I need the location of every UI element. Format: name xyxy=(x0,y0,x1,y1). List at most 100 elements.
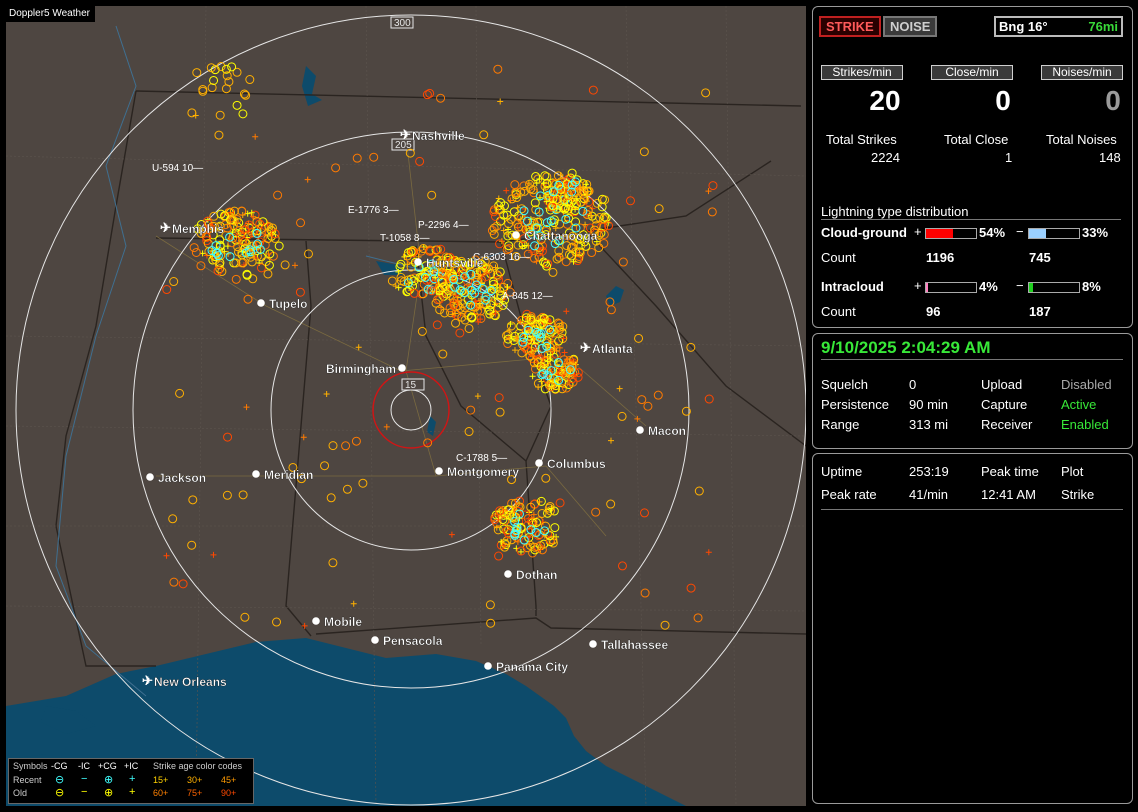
total-strikes-value: 2224 xyxy=(871,150,900,165)
strike-marker xyxy=(323,390,330,397)
ring-label: 15 xyxy=(405,380,417,391)
city-dot xyxy=(636,426,644,434)
noises-per-min-value: 0 xyxy=(1105,85,1121,116)
counters-panel: STRIKE NOISE Bng 16° 76mi Strikes/min Cl… xyxy=(812,6,1133,328)
strike-marker xyxy=(358,478,368,488)
lightning-map[interactable]: 15 205 300 U-594 10— E-1776 3— P-2296 4— T-10… xyxy=(6,6,806,806)
strike-marker xyxy=(704,394,714,404)
map-canvas: 15205300 U-594 10—E-1776 3—P-2296 4—T-10… xyxy=(6,6,806,806)
plus-ic-old-icon: + xyxy=(129,786,136,798)
plus-sign: + xyxy=(914,224,922,239)
plus-sign: + xyxy=(914,278,922,293)
strike-marker xyxy=(503,187,510,194)
storm-tag: E-1776 3— xyxy=(348,205,399,216)
strike-marker xyxy=(563,308,570,315)
strike-marker xyxy=(591,507,601,517)
strike-button[interactable]: STRIKE xyxy=(819,16,881,37)
strike-marker xyxy=(191,247,201,257)
strike-marker xyxy=(588,85,598,95)
strike-marker xyxy=(506,321,516,331)
city-dot xyxy=(512,231,520,239)
strike-marker xyxy=(274,241,284,251)
strike-marker xyxy=(192,68,202,78)
strike-marker xyxy=(512,347,519,354)
lake xyxy=(606,286,624,306)
strike-marker xyxy=(616,385,623,392)
airport-icon: ✈ xyxy=(580,340,591,355)
legend-symbols-label: Symbols xyxy=(13,761,48,771)
plot-value[interactable]: Strike xyxy=(1061,487,1094,502)
strike-marker xyxy=(215,110,225,120)
age-code: 15+ xyxy=(153,775,169,785)
distribution-title: Lightning type distribution xyxy=(821,204,969,219)
storm-tag: U-594 10— xyxy=(152,163,203,174)
city-dot xyxy=(435,467,443,475)
strike-marker xyxy=(606,499,616,509)
strike-marker xyxy=(448,531,455,538)
city-label: Nashville xyxy=(412,129,465,143)
strike-marker xyxy=(304,176,311,183)
strike-marker xyxy=(331,163,341,173)
plot-label: Plot xyxy=(1061,464,1084,479)
bearing-label: Bng 16° xyxy=(999,19,1048,34)
strike-marker xyxy=(513,240,523,250)
strikes-per-min-header: Strikes/min xyxy=(821,65,903,80)
strike-marker xyxy=(607,437,614,444)
strike-marker xyxy=(296,218,306,228)
strike-marker xyxy=(328,558,338,568)
strike-marker xyxy=(163,552,170,559)
minus-ic-old-icon: − xyxy=(81,786,88,798)
strike-marker xyxy=(653,390,663,400)
peak-rate-value: 41/min xyxy=(909,487,949,502)
strikes-per-min-value: 20 xyxy=(869,85,901,116)
strike-marker xyxy=(548,267,558,277)
strike-marker xyxy=(474,393,481,400)
strike-marker xyxy=(238,490,248,500)
strike-marker xyxy=(383,423,390,430)
ic-count-label: Count xyxy=(821,304,856,319)
upload-label: Upload xyxy=(981,377,1023,392)
plus-cg-recent-icon: ⊕ xyxy=(104,774,114,786)
strike-marker xyxy=(232,100,242,110)
strike-marker xyxy=(238,109,248,119)
total-strikes-label: Total Strikes xyxy=(826,132,897,147)
strike-marker xyxy=(300,434,307,441)
strike-marker xyxy=(196,261,206,271)
plus-cg-old-icon: ⊕ xyxy=(104,787,114,799)
city-dot xyxy=(257,299,265,307)
storm-tag: T-1058 8— xyxy=(380,233,429,244)
city-label: Dothan xyxy=(516,568,557,582)
strike-marker xyxy=(618,257,628,267)
city-label: Macon xyxy=(648,424,686,438)
receiver-label: Receiver xyxy=(981,417,1033,432)
strike-marker xyxy=(504,283,511,290)
strike-marker xyxy=(301,622,308,629)
strike-marker xyxy=(231,274,241,284)
city-label: Panama City xyxy=(496,660,568,674)
noise-button[interactable]: NOISE xyxy=(883,16,938,37)
strike-marker xyxy=(341,441,351,451)
strike-marker xyxy=(640,588,650,598)
legend-header: -CG xyxy=(51,761,68,771)
minus-sign: − xyxy=(1016,224,1024,239)
minus-ic-recent-icon: − xyxy=(81,773,88,785)
cg-positive-count: 1196 xyxy=(926,250,955,265)
strike-marker xyxy=(387,276,397,286)
upload-value[interactable]: Disabled xyxy=(1061,377,1112,392)
city-dot xyxy=(371,636,379,644)
airport-icon: ✈ xyxy=(142,673,153,688)
receiver-value[interactable]: Enabled xyxy=(1061,417,1109,432)
strike-marker xyxy=(175,388,185,398)
strike-marker xyxy=(561,214,571,224)
strike-marker xyxy=(694,486,704,496)
capture-label: Capture xyxy=(981,397,1028,412)
total-close-value: 1 xyxy=(1005,150,1013,165)
strike-marker xyxy=(561,349,568,356)
capture-value[interactable]: Active xyxy=(1061,397,1096,412)
city-dot xyxy=(146,473,154,481)
strike-marker xyxy=(537,508,547,518)
strike-marker xyxy=(617,561,627,571)
cg-positive-pct: 54% xyxy=(979,225,1006,240)
strike-marker xyxy=(169,277,179,287)
city-label: New Orleans xyxy=(154,675,227,689)
